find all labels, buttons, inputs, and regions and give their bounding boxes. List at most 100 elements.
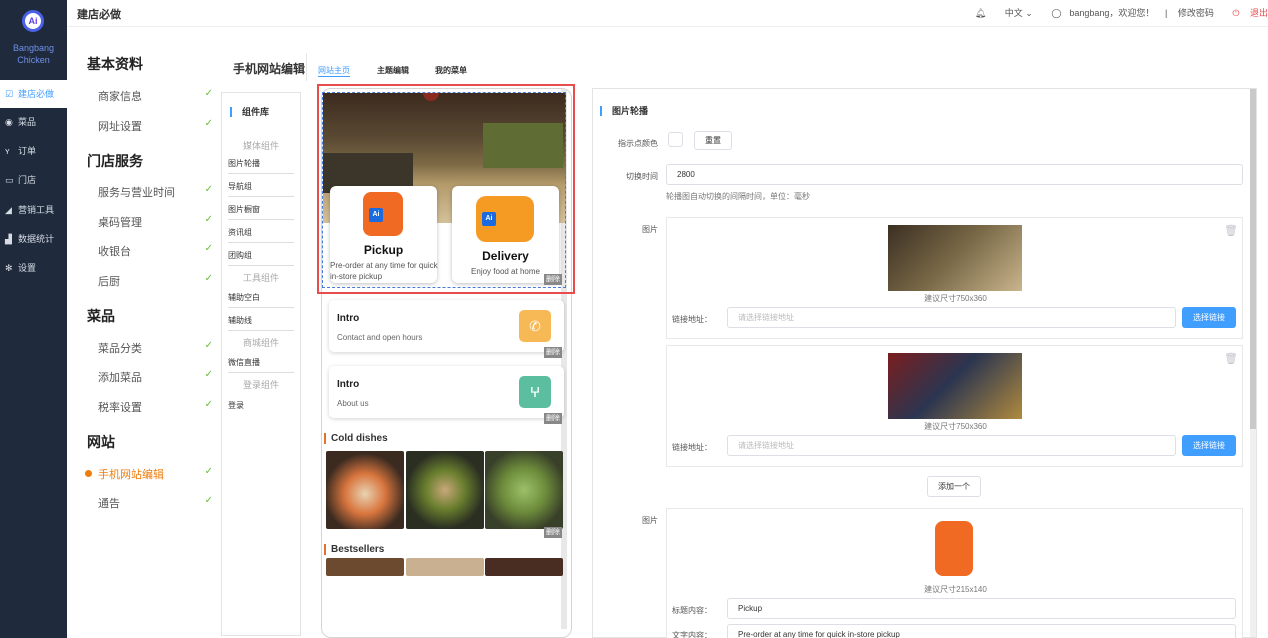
- trash-icon[interactable]: 🗑︎: [1224, 354, 1238, 365]
- menu-item-tax-settings[interactable]: 税率设置 ✓: [98, 399, 213, 415]
- section-title-bestsellers: Bestsellers: [324, 544, 384, 555]
- component-drop-outline: [322, 92, 566, 288]
- nav-item-marketing[interactable]: ◢ 营销工具: [0, 196, 67, 224]
- megaphone-icon: ◢: [5, 205, 12, 215]
- phone-icon: ✆: [519, 310, 551, 342]
- component-wechat-live[interactable]: 微信直播: [228, 357, 294, 373]
- menu-item-label: 添加菜品: [98, 372, 142, 384]
- dish-image-1[interactable]: [326, 451, 404, 529]
- tab-theme-edit[interactable]: 主题编辑: [377, 65, 409, 76]
- desc-input[interactable]: Pre-order at any time for quick in-store…: [727, 624, 1236, 638]
- secondary-menu: 基本资料 商家信息 ✓ 网址设置 ✓ 门店服务 服务与营业时间 ✓ 桌码管理 ✓ 收银台…: [67, 27, 220, 638]
- menu-item-label: 手机网站编辑: [98, 469, 164, 481]
- section-title-cold-dishes: Cold dishes: [324, 433, 388, 444]
- interval-label: 切换时间: [626, 172, 658, 181]
- add-one-button[interactable]: 添加一个: [927, 476, 981, 497]
- size-hint: 建议尺寸750x360: [924, 294, 987, 303]
- component-spacer[interactable]: 辅助空白: [228, 292, 294, 308]
- component-group-title: 商城组件: [242, 338, 279, 348]
- component-group-buy[interactable]: 团购组: [228, 250, 294, 266]
- shopping-bag-thumbnail[interactable]: [935, 521, 973, 576]
- power-icon: ⏻: [1232, 8, 1240, 18]
- dish-image-2[interactable]: [406, 451, 484, 529]
- panel-scrollbar-thumb[interactable]: [1250, 89, 1256, 429]
- tab-my-menu[interactable]: 我的菜单: [435, 65, 467, 76]
- check-square-icon: ☑: [5, 89, 14, 99]
- menu-item-cashier[interactable]: 收银台 ✓: [98, 243, 213, 259]
- reset-button[interactable]: 重置: [694, 131, 732, 150]
- main-content: 手机网站编辑 网站主页 主题编辑 我的菜单 组件库 媒体组件 图片轮播 导航组 …: [220, 27, 1268, 638]
- bestseller-image-1[interactable]: [326, 558, 404, 576]
- breadcrumb: 建店必做: [77, 9, 121, 21]
- component-login[interactable]: 登录: [228, 400, 294, 415]
- menu-item-mobile-site-editor[interactable]: 手机网站编辑 ✓: [85, 466, 213, 482]
- component-nav-group[interactable]: 导航组: [228, 181, 294, 197]
- change-password-link[interactable]: 修改密码: [1178, 8, 1214, 18]
- carousel-thumbnail-2[interactable]: [888, 353, 1022, 419]
- nav-item-dishes[interactable]: ◉ 菜品: [0, 108, 67, 136]
- menu-item-announcements[interactable]: 通告 ✓: [98, 495, 213, 511]
- carousel-thumbnail-1[interactable]: [888, 225, 1022, 291]
- brand-name: Bangbang Chicken: [0, 42, 67, 66]
- menu-group-title: 菜品: [87, 308, 115, 324]
- choose-link-button[interactable]: 选择链接: [1182, 435, 1236, 456]
- intro-card-contact[interactable]: Intro Contact and open hours ✆: [329, 300, 564, 352]
- component-group-title: 工具组件: [242, 273, 279, 283]
- size-hint: 建议尺寸215x140: [924, 585, 987, 594]
- menu-item-table-codes[interactable]: 桌码管理 ✓: [98, 214, 213, 230]
- component-image-carousel[interactable]: 图片轮播: [228, 158, 294, 174]
- component-group-title: 登录组件: [242, 380, 279, 390]
- component-library-title: 组件库: [230, 107, 269, 117]
- carousel-image-item-2: 🗑︎ 建议尺寸750x360 链接地址： 请选择链接地址 选择链接: [666, 345, 1243, 467]
- bell-icon[interactable]: 🔔︎: [975, 8, 986, 18]
- language-select[interactable]: 中文 ⌄: [997, 8, 1033, 18]
- title-content-input[interactable]: Pickup: [727, 598, 1236, 619]
- menu-item-merchant-info[interactable]: 商家信息 ✓: [98, 88, 213, 104]
- divider: |: [1164, 8, 1168, 18]
- fork-knife-icon: ⵖ: [519, 376, 551, 408]
- nav-item-store[interactable]: ▭ 门店: [0, 166, 67, 194]
- nav-item-setup[interactable]: ☑ 建店必做: [0, 80, 67, 108]
- component-image-window[interactable]: 图片橱窗: [228, 204, 294, 220]
- dish-image-3[interactable]: [485, 451, 563, 529]
- nav-item-statistics[interactable]: ▟ 数据统计: [0, 225, 67, 253]
- panel-scrollbar[interactable]: [1250, 89, 1256, 637]
- delete-badge[interactable]: 删除: [544, 347, 562, 358]
- menu-item-url-settings[interactable]: 网址设置 ✓: [98, 118, 213, 134]
- logout-link[interactable]: ⏻ 退出: [1224, 8, 1268, 18]
- brand-logo[interactable]: Ai Bangbang Chicken: [0, 0, 67, 80]
- dot-color-picker[interactable]: [668, 132, 683, 147]
- link-address-input[interactable]: 请选择链接地址: [727, 435, 1176, 456]
- bestseller-image-3[interactable]: [485, 558, 563, 576]
- nav-item-settings[interactable]: ✻ 设置: [0, 254, 67, 282]
- link-address-input[interactable]: 请选择链接地址: [727, 307, 1176, 328]
- menu-item-add-dish[interactable]: 添加菜品 ✓: [98, 369, 213, 385]
- delete-badge[interactable]: 删除: [544, 527, 562, 538]
- nav-item-label: 营销工具: [18, 205, 55, 215]
- check-icon: ✓: [204, 340, 213, 351]
- menu-item-service-hours[interactable]: 服务与营业时间 ✓: [98, 184, 213, 200]
- component-divider-line[interactable]: 辅助线: [228, 315, 294, 331]
- user-menu[interactable]: ◯ bangbang，欢迎您！: [1043, 8, 1154, 18]
- menu-item-dish-categories[interactable]: 菜品分类 ✓: [98, 340, 213, 356]
- menu-item-kitchen[interactable]: 后厨 ✓: [98, 273, 213, 289]
- menu-item-label: 通告: [98, 498, 120, 510]
- carousel-image-item-1: 🗑︎ 建议尺寸750x360 链接地址： 请选择链接地址 选择链接: [666, 217, 1243, 339]
- intro-card-about[interactable]: Intro About us ⵖ: [329, 366, 564, 418]
- carousel-settings-panel: 图片轮播 指示点颜色 重置 切换时间 2800 轮播图自动切换的间隔时间，单位：…: [592, 88, 1257, 638]
- tab-home-page[interactable]: 网站主页: [318, 65, 350, 77]
- interval-input[interactable]: 2800: [666, 164, 1243, 185]
- interval-hint: 轮播图自动切换的间隔时间，单位：毫秒: [666, 192, 810, 201]
- delete-badge[interactable]: 删除: [544, 413, 562, 424]
- brand-line2: Chicken: [17, 55, 50, 65]
- check-icon: ✓: [204, 466, 213, 477]
- nav-image-item: 建议尺寸215x140 标题内容： Pickup 文字内容： Pre-order…: [666, 508, 1243, 638]
- intro-title: Intro: [337, 379, 360, 390]
- choose-link-button[interactable]: 选择链接: [1182, 307, 1236, 328]
- nav-item-label: 设置: [18, 263, 37, 273]
- cutlery-icon: ʏ: [5, 146, 10, 156]
- component-news-group[interactable]: 资讯组: [228, 227, 294, 243]
- trash-icon[interactable]: 🗑︎: [1224, 226, 1238, 237]
- nav-item-orders[interactable]: ʏ 订单: [0, 137, 67, 165]
- bestseller-image-2[interactable]: [406, 558, 484, 576]
